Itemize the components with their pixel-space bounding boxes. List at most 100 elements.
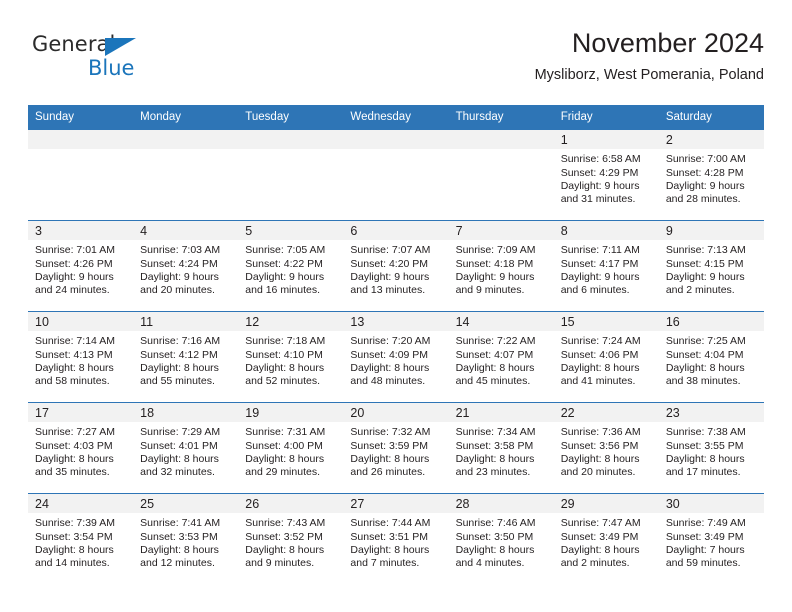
day-sun-info: Sunrise: 7:16 AM Sunset: 4:12 PM Daylight:… bbox=[133, 331, 238, 388]
day-info-line: Daylight: 8 hours bbox=[560, 543, 640, 556]
calendar-day-cell[interactable]: 28 Sunrise: 7:46 AM Sunset: 3:50 PM Dayligh… bbox=[448, 493, 554, 585]
day-sun-info bbox=[28, 149, 133, 153]
day-info-line: Sunrise: 7:38 AM bbox=[665, 426, 746, 439]
day-number-band: 24 bbox=[28, 494, 134, 514]
day-cell-content: 27 Sunrise: 7:44 AM Sunset: 3:51 PM Dayligh… bbox=[343, 494, 449, 584]
calendar-day-cell[interactable]: 22 Sunrise: 7:36 AM Sunset: 3:56 PM Dayligh… bbox=[553, 402, 659, 494]
day-info-line: Sunset: 4:28 PM bbox=[665, 166, 744, 179]
day-number: 2 bbox=[665, 133, 673, 148]
day-info-line: Sunrise: 7:39 AM bbox=[35, 517, 115, 530]
day-info-line: Sunrise: 7:36 AM bbox=[560, 426, 641, 439]
day-cell-content: 12 Sunrise: 7:18 AM Sunset: 4:10 PM Dayligh… bbox=[238, 312, 344, 402]
day-info-line: Daylight: 8 hours bbox=[560, 452, 640, 465]
day-info-line: and 48 minutes. bbox=[350, 374, 426, 387]
calendar-day-cell[interactable]: 13 Sunrise: 7:20 AM Sunset: 4:09 PM Dayligh… bbox=[343, 311, 449, 403]
calendar-day-cell[interactable]: 17 Sunrise: 7:27 AM Sunset: 4:03 PM Dayligh… bbox=[28, 402, 134, 494]
day-info-line: Sunset: 4:18 PM bbox=[455, 257, 534, 270]
calendar-day-cell[interactable]: 11 Sunrise: 7:16 AM Sunset: 4:12 PM Dayligh… bbox=[133, 311, 239, 403]
day-number: 19 bbox=[245, 406, 260, 421]
day-number: 8 bbox=[560, 224, 568, 239]
calendar-day-cell[interactable]: 19 Sunrise: 7:31 AM Sunset: 4:00 PM Dayligh… bbox=[238, 402, 344, 494]
page-subtitle: Mysliborz, West Pomerania, Poland bbox=[534, 67, 764, 84]
calendar-day-cell[interactable]: 29 Sunrise: 7:47 AM Sunset: 3:49 PM Dayligh… bbox=[553, 493, 659, 585]
day-info-line: Sunset: 3:49 PM bbox=[665, 530, 744, 543]
calendar-day-cell[interactable]: 7 Sunrise: 7:09 AM Sunset: 4:18 PM Daylight… bbox=[448, 220, 554, 312]
calendar-day-cell[interactable]: 23 Sunrise: 7:38 AM Sunset: 3:55 PM Dayligh… bbox=[658, 402, 764, 494]
day-number: 28 bbox=[455, 497, 470, 512]
day-cell-content bbox=[448, 130, 554, 220]
day-info-line: Sunset: 3:51 PM bbox=[350, 530, 429, 543]
calendar-day-cell[interactable]: 26 Sunrise: 7:43 AM Sunset: 3:52 PM Dayligh… bbox=[238, 493, 344, 585]
day-info-line: and 6 minutes. bbox=[560, 283, 630, 296]
calendar-day-cell[interactable]: 8 Sunrise: 7:11 AM Sunset: 4:17 PM Daylight… bbox=[553, 220, 659, 312]
day-sun-info: Sunrise: 7:01 AM Sunset: 4:26 PM Daylight:… bbox=[28, 240, 133, 297]
day-info-line: and 23 minutes. bbox=[455, 465, 531, 478]
generalblue-logo[interactable]: General Blue bbox=[32, 34, 172, 90]
calendar-cell-empty bbox=[238, 129, 344, 221]
day-cell-content: 11 Sunrise: 7:16 AM Sunset: 4:12 PM Dayligh… bbox=[133, 312, 239, 402]
calendar-day-cell[interactable]: 18 Sunrise: 7:29 AM Sunset: 4:01 PM Dayligh… bbox=[133, 402, 239, 494]
day-cell-content: 17 Sunrise: 7:27 AM Sunset: 4:03 PM Dayligh… bbox=[28, 403, 134, 493]
day-sun-info: Sunrise: 7:41 AM Sunset: 3:53 PM Daylight:… bbox=[133, 513, 238, 570]
day-info-line: Sunrise: 7:49 AM bbox=[665, 517, 746, 530]
day-info-line: Daylight: 9 hours bbox=[560, 270, 640, 283]
day-info-line: Daylight: 8 hours bbox=[350, 361, 430, 374]
day-cell-content: 15 Sunrise: 7:24 AM Sunset: 4:06 PM Dayligh… bbox=[553, 312, 659, 402]
day-number-band: 16 bbox=[658, 312, 764, 332]
day-info-line: Sunrise: 7:14 AM bbox=[35, 335, 115, 348]
day-number-band: 15 bbox=[553, 312, 659, 332]
calendar-body: 1 Sunrise: 6:58 AM Sunset: 4:29 PM Daylight… bbox=[28, 129, 764, 585]
day-sun-info: Sunrise: 6:58 AM Sunset: 4:29 PM Daylight:… bbox=[554, 149, 659, 206]
calendar-day-cell[interactable]: 3 Sunrise: 7:01 AM Sunset: 4:26 PM Daylight… bbox=[28, 220, 134, 312]
day-cell-content: 23 Sunrise: 7:38 AM Sunset: 3:55 PM Dayligh… bbox=[658, 403, 764, 493]
day-info-line: Sunset: 4:04 PM bbox=[665, 348, 744, 361]
weekday-header-tuesday: Tuesday bbox=[238, 105, 344, 130]
day-cell-content: 25 Sunrise: 7:41 AM Sunset: 3:53 PM Dayligh… bbox=[133, 494, 239, 584]
weekday-header-friday: Friday bbox=[553, 105, 659, 130]
calendar-day-cell[interactable]: 5 Sunrise: 7:05 AM Sunset: 4:22 PM Daylight… bbox=[238, 220, 344, 312]
calendar-day-cell[interactable]: 16 Sunrise: 7:25 AM Sunset: 4:04 PM Dayligh… bbox=[658, 311, 764, 403]
day-number: 3 bbox=[35, 224, 42, 239]
day-cell-content: 18 Sunrise: 7:29 AM Sunset: 4:01 PM Dayligh… bbox=[133, 403, 239, 493]
day-sun-info: Sunrise: 7:07 AM Sunset: 4:20 PM Daylight:… bbox=[343, 240, 448, 297]
day-number-band: 26 bbox=[238, 494, 344, 514]
day-cell-content: 9 Sunrise: 7:13 AM Sunset: 4:15 PM Daylight… bbox=[658, 221, 764, 311]
day-info-line: Sunset: 4:20 PM bbox=[350, 257, 429, 270]
calendar-day-cell[interactable]: 1 Sunrise: 6:58 AM Sunset: 4:29 PM Daylight… bbox=[553, 129, 659, 221]
calendar-day-cell[interactable]: 12 Sunrise: 7:18 AM Sunset: 4:10 PM Dayligh… bbox=[238, 311, 344, 403]
day-number: 22 bbox=[560, 406, 575, 421]
day-info-line: Sunrise: 7:24 AM bbox=[560, 335, 641, 348]
page-header: General Blue November 2024 Mysliborz, We… bbox=[28, 28, 764, 98]
calendar-day-cell[interactable]: 27 Sunrise: 7:44 AM Sunset: 3:51 PM Dayligh… bbox=[343, 493, 449, 585]
day-number: 23 bbox=[665, 406, 680, 421]
calendar-week-row: 10 Sunrise: 7:14 AM Sunset: 4:13 PM Dayligh… bbox=[28, 311, 764, 403]
calendar-day-cell[interactable]: 25 Sunrise: 7:41 AM Sunset: 3:53 PM Dayligh… bbox=[133, 493, 239, 585]
day-info-line: Daylight: 8 hours bbox=[665, 361, 745, 374]
calendar-table: Sunday Monday Tuesday Wednesday Thursday… bbox=[28, 105, 764, 585]
calendar-day-cell[interactable]: 9 Sunrise: 7:13 AM Sunset: 4:15 PM Daylight… bbox=[658, 220, 764, 312]
calendar-day-cell[interactable]: 15 Sunrise: 7:24 AM Sunset: 4:06 PM Dayligh… bbox=[553, 311, 659, 403]
calendar-day-cell[interactable]: 14 Sunrise: 7:22 AM Sunset: 4:07 PM Dayligh… bbox=[448, 311, 554, 403]
calendar-day-cell[interactable]: 6 Sunrise: 7:07 AM Sunset: 4:20 PM Daylight… bbox=[343, 220, 449, 312]
day-info-line: Sunset: 3:49 PM bbox=[560, 530, 639, 543]
day-number: 18 bbox=[140, 406, 155, 421]
calendar-cell-empty bbox=[28, 129, 134, 221]
day-info-line: Daylight: 7 hours bbox=[665, 543, 745, 556]
calendar-day-cell[interactable]: 30 Sunrise: 7:49 AM Sunset: 3:49 PM Dayligh… bbox=[658, 493, 764, 585]
weekday-header-sunday: Sunday bbox=[28, 105, 134, 130]
day-info-line: and 28 minutes. bbox=[665, 192, 741, 205]
day-info-line: Sunset: 4:29 PM bbox=[560, 166, 639, 179]
calendar-day-cell[interactable]: 20 Sunrise: 7:32 AM Sunset: 3:59 PM Dayligh… bbox=[343, 402, 449, 494]
day-info-line: Daylight: 8 hours bbox=[35, 452, 114, 465]
day-info-line: and 12 minutes. bbox=[140, 556, 215, 569]
calendar-day-cell[interactable]: 24 Sunrise: 7:39 AM Sunset: 3:54 PM Dayligh… bbox=[28, 493, 134, 585]
calendar-day-cell[interactable]: 10 Sunrise: 7:14 AM Sunset: 4:13 PM Dayligh… bbox=[28, 311, 134, 403]
calendar-day-cell[interactable]: 4 Sunrise: 7:03 AM Sunset: 4:24 PM Daylight… bbox=[133, 220, 239, 312]
day-info-line: Sunrise: 7:43 AM bbox=[245, 517, 326, 530]
day-info-line: and 55 minutes. bbox=[140, 374, 215, 387]
calendar-day-cell[interactable]: 21 Sunrise: 7:34 AM Sunset: 3:58 PM Dayligh… bbox=[448, 402, 554, 494]
day-info-line: and 16 minutes. bbox=[245, 283, 320, 296]
day-info-line: Sunset: 4:26 PM bbox=[35, 257, 113, 270]
day-info-line: Sunset: 4:03 PM bbox=[35, 439, 113, 452]
calendar-day-cell[interactable]: 2 Sunrise: 7:00 AM Sunset: 4:28 PM Daylight… bbox=[658, 129, 764, 221]
